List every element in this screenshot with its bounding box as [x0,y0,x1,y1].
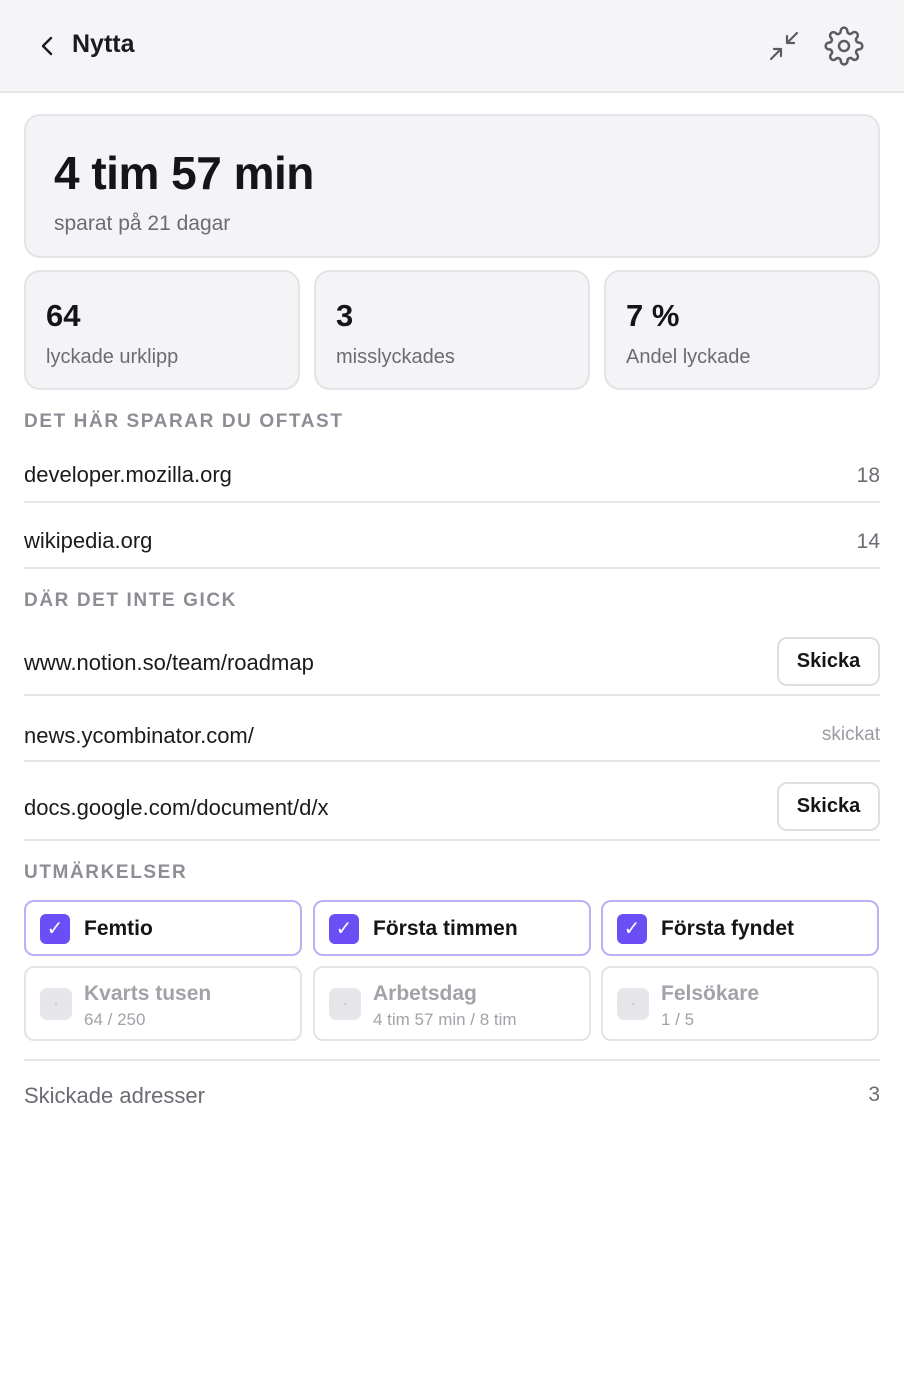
badge-progress: 64 / 250 [84,1010,146,1029]
send-button[interactable]: Skicka [777,637,880,686]
stat-label: misslyckades [336,346,455,368]
chevron-left-icon [41,36,53,56]
stat-value: 3 [336,298,354,333]
failure-item: news.ycombinator.com/ skickat [24,696,880,762]
send-button[interactable]: Skicka [777,782,880,831]
list-item: developer.mozilla.org 18 [24,446,880,503]
checkmark-icon: ✓ [329,914,359,944]
stat-card-failed: 3 misslyckades [314,270,590,390]
badge-progress: 4 tim 57 min / 8 tim [373,1010,517,1029]
sent-addresses-count: 3 [868,1083,880,1106]
locked-icon: · [329,988,361,1020]
failure-item: www.notion.so/team/roadmap Skicka [24,626,880,696]
stat-value: 64 [46,298,81,333]
header-bar: Nytta [0,0,904,93]
section-heading-failures: DÄR DET INTE GICK [24,590,237,611]
collapse-button[interactable] [766,28,802,64]
stat-card-successful: 64 lyckade urklipp [24,270,300,390]
list-item: wikipedia.org 14 [24,503,880,569]
badge-name: Första fyndet [661,917,795,940]
badge-name: Kvarts tusen [84,982,212,1005]
section-heading-top-sites: DET HÄR SPARAR DU OFTAST [24,411,344,432]
badge-locked: · Felsökare 1 / 5 [601,966,879,1041]
stat-value: 7 % [626,298,680,333]
checkmark-icon: ✓ [617,914,647,944]
badge-name: Felsökare [661,982,760,1005]
badge-name: Första timmen [373,917,518,940]
time-saved-value: 4 tim 57 min [54,147,314,199]
time-saved-card: 4 tim 57 min sparat på 21 dagar [24,114,880,258]
locked-icon: · [617,988,649,1020]
section-heading-badges: UTMÄRKELSER [24,862,188,883]
badge-earned: ✓ Första timmen [313,900,591,956]
badge-earned: ✓ Femtio [24,900,302,956]
locked-icon: · [40,988,72,1020]
failure-url: www.notion.so/team/roadmap [24,650,314,675]
time-saved-subtitle: sparat på 21 dagar [54,212,231,235]
stat-label: Andel lyckade [626,346,751,368]
badge-name: Femtio [84,917,153,940]
site-count: 18 [856,464,880,487]
stat-label: lyckade urklipp [46,346,179,368]
badge-name: Arbetsdag [373,982,477,1005]
badge-progress: 1 / 5 [661,1010,695,1029]
gear-icon [824,26,864,66]
failure-url: news.ycombinator.com/ [24,723,254,748]
badge-locked: · Arbetsdag 4 tim 57 min / 8 tim [313,966,591,1041]
site-domain: developer.mozilla.org [24,462,232,487]
back-button[interactable] [34,30,62,62]
checkmark-icon: ✓ [40,914,70,944]
site-domain: wikipedia.org [24,528,153,553]
badge-locked: · Kvarts tusen 64 / 250 [24,966,302,1041]
settings-button[interactable] [824,26,864,66]
failure-url: docs.google.com/document/d/x [24,795,329,820]
page-title: Nytta [72,30,135,58]
sent-addresses-label: Skickade adresser [24,1083,205,1108]
sent-addresses-row[interactable]: Skickade adresser 3 [24,1059,880,1129]
failure-item: docs.google.com/document/d/x Skicka [24,762,880,841]
site-count: 14 [856,530,880,553]
stat-card-success-rate: 7 % Andel lyckade [604,270,880,390]
sent-status: skickat [821,724,880,745]
collapse-arrows-icon [769,31,799,61]
badge-earned: ✓ Första fyndet [601,900,879,956]
